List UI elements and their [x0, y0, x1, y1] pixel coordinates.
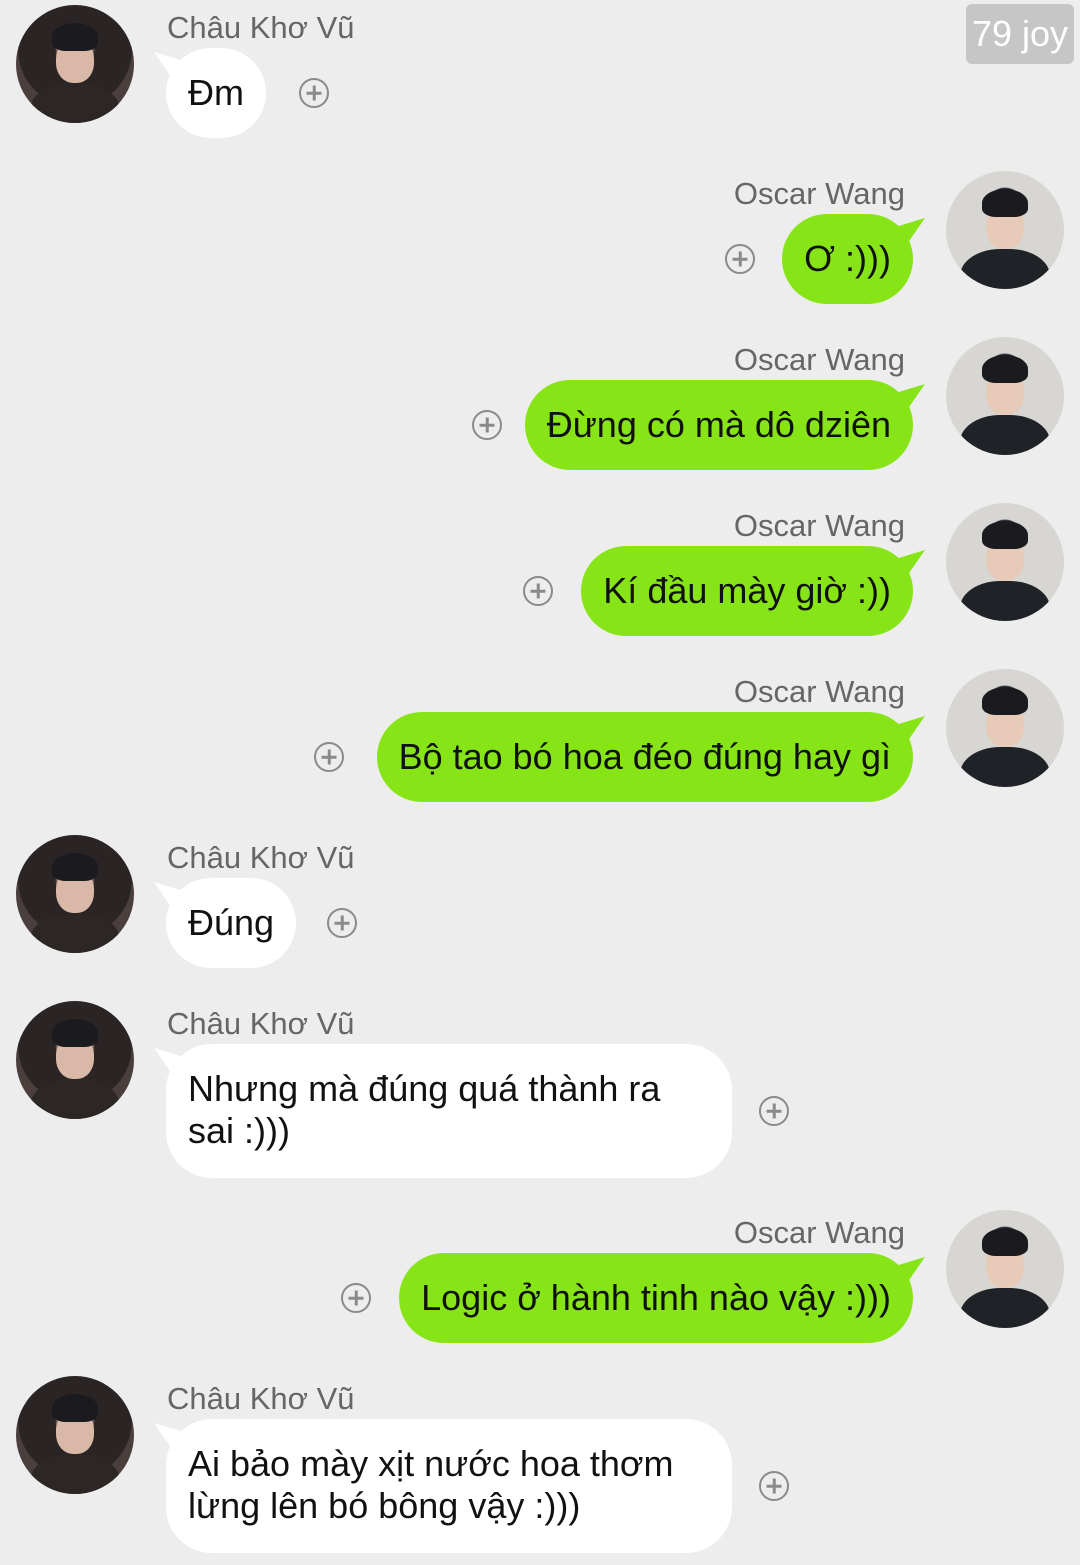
- sender-name: Châu Khơ Vũ: [167, 10, 355, 45]
- avatar[interactable]: [16, 1376, 134, 1494]
- sender-name: Oscar Wang: [733, 176, 905, 211]
- plus-circle-icon[interactable]: [327, 908, 357, 938]
- plus-circle-icon[interactable]: [314, 742, 344, 772]
- avatar[interactable]: [946, 1210, 1064, 1328]
- message-text: Ai bảo mày xịt nước hoa thơm lừng lên bó…: [188, 1443, 674, 1526]
- message-text: Nhưng mà đúng quá thành ra sai :))): [188, 1068, 661, 1151]
- sender-name: Oscar Wang: [733, 1215, 905, 1250]
- avatar[interactable]: [16, 5, 134, 123]
- message-bubble[interactable]: Đừng có mà dô dziên: [524, 380, 913, 470]
- avatar[interactable]: [946, 337, 1064, 455]
- message-text: Ơ :))): [804, 238, 891, 279]
- message-bubble[interactable]: Bộ tao bó hoa đéo đúng hay gì: [376, 712, 913, 802]
- plus-circle-icon[interactable]: [472, 410, 502, 440]
- message-bubble[interactable]: Kí đầu mày giờ :)): [581, 546, 913, 636]
- plus-circle-icon[interactable]: [341, 1283, 371, 1313]
- message-text: Logic ở hành tinh nào vậy :))): [421, 1277, 891, 1318]
- message-bubble[interactable]: Ai bảo mày xịt nước hoa thơm lừng lên bó…: [166, 1419, 732, 1553]
- message-bubble[interactable]: Ơ :))): [782, 214, 913, 304]
- avatar[interactable]: [946, 503, 1064, 621]
- message-text: Bộ tao bó hoa đéo đúng hay gì: [398, 736, 891, 777]
- avatar[interactable]: [16, 1001, 134, 1119]
- message-text: Đúng: [188, 902, 275, 943]
- message-text: Đừng có mà dô dziên: [546, 404, 891, 445]
- message-text: Kí đầu mày giờ :)): [603, 570, 891, 611]
- avatar[interactable]: [946, 669, 1064, 787]
- message-bubble[interactable]: Đúng: [166, 878, 297, 968]
- plus-circle-icon[interactable]: [725, 244, 755, 274]
- plus-circle-icon[interactable]: [759, 1096, 789, 1126]
- message-bubble[interactable]: Logic ở hành tinh nào vậy :))): [399, 1253, 913, 1343]
- sender-name: Oscar Wang: [733, 342, 905, 377]
- message-text: Đm: [188, 72, 244, 113]
- sender-name: Châu Khơ Vũ: [167, 840, 355, 875]
- sender-name: Oscar Wang: [733, 508, 905, 543]
- sender-name: Châu Khơ Vũ: [167, 1381, 355, 1416]
- plus-circle-icon[interactable]: [759, 1471, 789, 1501]
- avatar[interactable]: [946, 171, 1064, 289]
- plus-circle-icon[interactable]: [299, 78, 329, 108]
- message-bubble[interactable]: Nhưng mà đúng quá thành ra sai :))): [166, 1044, 732, 1178]
- watermark: 79 joy: [966, 4, 1074, 64]
- sender-name: Oscar Wang: [733, 674, 905, 709]
- avatar[interactable]: [16, 835, 134, 953]
- plus-circle-icon[interactable]: [523, 576, 553, 606]
- sender-name: Châu Khơ Vũ: [167, 1006, 355, 1041]
- message-bubble[interactable]: Đm: [166, 48, 266, 138]
